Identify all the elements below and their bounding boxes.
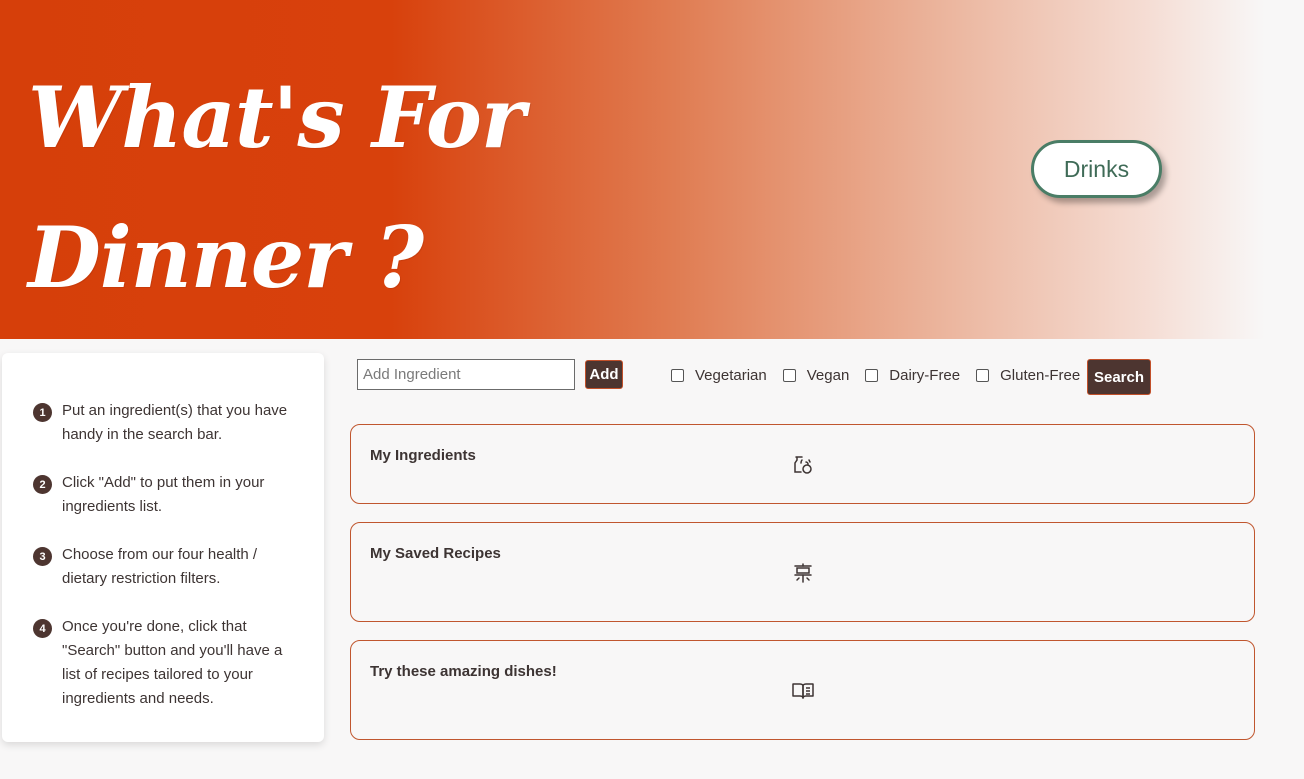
header-banner: What's For Dinner ? Drinks bbox=[0, 0, 1304, 339]
saved-recipes-card: My Saved Recipes bbox=[350, 522, 1255, 622]
filter-label: Vegetarian bbox=[695, 367, 767, 384]
step-text: Click "Add" to put them in your ingredie… bbox=[62, 474, 265, 515]
gluten-free-checkbox[interactable] bbox=[976, 369, 990, 382]
my-ingredients-card: My Ingredients bbox=[350, 424, 1255, 504]
add-button[interactable]: Add bbox=[585, 360, 623, 389]
filter-vegan[interactable]: Vegan bbox=[782, 367, 866, 384]
step-text: Choose from our four health / dietary re… bbox=[62, 546, 258, 587]
instructions-panel: 1 Put an ingredient(s) that you have han… bbox=[2, 353, 324, 742]
card-title: My Ingredients bbox=[370, 447, 476, 464]
drinks-button[interactable]: Drinks bbox=[1031, 140, 1162, 198]
instruction-step: 4 Once you're done, click that "Search" … bbox=[2, 615, 324, 711]
vegetarian-checkbox[interactable] bbox=[671, 369, 684, 382]
page-title: What's For Dinner ? bbox=[28, 68, 525, 307]
filter-label: Gluten-Free bbox=[1000, 367, 1081, 384]
instruction-step: 3 Choose from our four health / dietary … bbox=[2, 543, 324, 591]
step-text: Once you're done, click that "Search" bu… bbox=[62, 618, 283, 707]
signpost-icon bbox=[794, 563, 812, 583]
open-book-icon bbox=[792, 683, 814, 699]
filter-label: Dairy-Free bbox=[889, 367, 961, 384]
step-number-badge: 2 bbox=[33, 475, 52, 494]
step-text: Put an ingredient(s) that you have handy… bbox=[62, 402, 288, 443]
search-button[interactable]: Search bbox=[1087, 359, 1151, 395]
step-number-badge: 1 bbox=[33, 403, 52, 422]
instruction-step: 1 Put an ingredient(s) that you have han… bbox=[2, 399, 324, 447]
filter-label: Vegan bbox=[806, 367, 850, 384]
step-number-badge: 4 bbox=[33, 619, 52, 638]
dietary-filters: Vegetarian Vegan Dairy-Free Gluten-Free bbox=[671, 367, 1096, 384]
card-title: Try these amazing dishes! bbox=[370, 663, 557, 680]
card-title: My Saved Recipes bbox=[370, 545, 501, 562]
search-controls: Add Vegetarian Vegan Dairy-Free Gluten-F… bbox=[357, 359, 1157, 395]
vegan-checkbox[interactable] bbox=[782, 369, 796, 382]
ingredients-icon bbox=[794, 456, 812, 474]
filter-gluten-free[interactable]: Gluten-Free bbox=[976, 367, 1096, 384]
filter-vegetarian[interactable]: Vegetarian bbox=[671, 367, 783, 384]
dairy-free-checkbox[interactable] bbox=[865, 369, 879, 382]
step-number-badge: 3 bbox=[33, 547, 52, 566]
instruction-step: 2 Click "Add" to put them in your ingred… bbox=[2, 471, 324, 519]
ingredient-input[interactable] bbox=[357, 359, 575, 390]
suggested-dishes-card: Try these amazing dishes! bbox=[350, 640, 1255, 740]
filter-dairy-free[interactable]: Dairy-Free bbox=[865, 367, 976, 384]
